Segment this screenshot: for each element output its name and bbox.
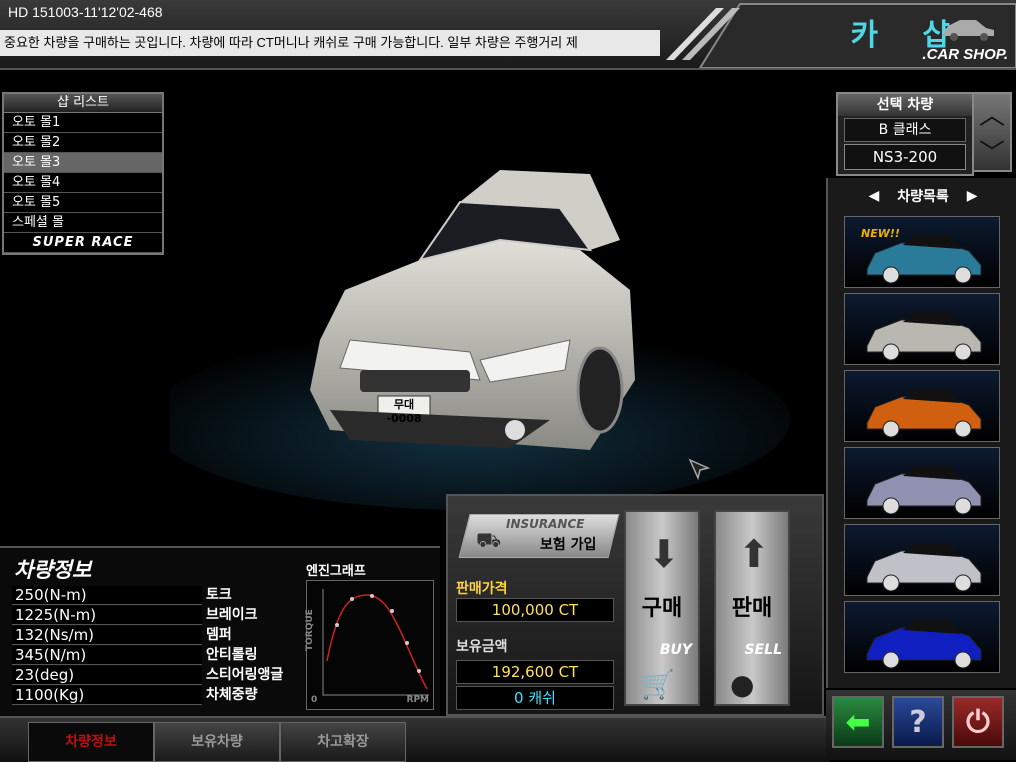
car-thumbnail-graphic: [866, 543, 982, 592]
car-silhouette-icon: [942, 20, 994, 41]
car-thumbnail-graphic: [866, 389, 982, 438]
spec-value: 1225(N-m): [12, 606, 202, 625]
car-shop-logo: 카 샵 .CAR SHOP.: [660, 0, 1016, 68]
graph-y-label: TORQUE: [305, 609, 315, 651]
shop-item-auto-mall-1[interactable]: 오토 몰1: [4, 113, 162, 133]
shop-list-title: 샵 리스트: [4, 94, 162, 113]
license-plate: 무대 -0008: [386, 398, 422, 425]
power-icon[interactable]: ⏻: [952, 696, 1004, 748]
car-thumbnail-graphic: [866, 466, 982, 515]
car-render-graphic: [150, 170, 790, 510]
shop-item-super-race[interactable]: SUPER RACE: [4, 233, 162, 253]
down-arrow-icon: ⬇: [648, 532, 680, 576]
car-thumbnail[interactable]: [844, 601, 1000, 673]
car-preview-stage[interactable]: 무대 -0008: [150, 90, 820, 530]
selected-car-title: 선택 차량: [838, 94, 972, 116]
graph-origin: 0: [311, 695, 318, 705]
car-thumbnail[interactable]: [844, 293, 1000, 365]
sell-label-en: SELL: [744, 642, 783, 658]
buy-label-en: BUY: [659, 642, 692, 658]
shop-item-auto-mall-5[interactable]: 오토 몰5: [4, 193, 162, 213]
insurance-label-kr: 보험 가입: [540, 537, 597, 553]
shop-item-special-mall[interactable]: 스페셜 몰: [4, 213, 162, 233]
car-thumbnail-graphic: [866, 312, 982, 361]
spec-value: 1100(Kg): [12, 686, 202, 705]
car-thumbnail[interactable]: [844, 447, 1000, 519]
hd-code: HD 151003-11'12'02-468: [8, 4, 163, 20]
selected-car-model: NS3-200: [844, 144, 966, 170]
spec-value: 250(N-m): [12, 586, 202, 605]
tab-vehicle-info[interactable]: 차량정보: [28, 722, 154, 762]
up-arrow-icon: ⬆: [738, 532, 770, 576]
graph-x-label: RPM: [406, 695, 429, 705]
spec-value: 345(N/m): [12, 646, 202, 665]
shopping-cart-icon: 🛒: [640, 668, 675, 701]
car-list-title: 차량목록: [897, 189, 949, 205]
tab-garage-expand[interactable]: 차고확장: [280, 722, 406, 762]
help-icon[interactable]: ?: [892, 696, 944, 748]
shop-item-auto-mall-4[interactable]: 오토 몰4: [4, 173, 162, 193]
insurance-label-en: INSURANCE: [506, 517, 585, 531]
tow-truck-icon: ⛟: [476, 528, 502, 552]
buy-label-kr: 구매: [641, 596, 683, 621]
car-thumbnail[interactable]: [844, 370, 1000, 442]
engine-graph: TORQUE RPM 0: [305, 580, 434, 710]
scroll-up-chevron-icon[interactable]: ︿: [974, 94, 1010, 132]
car-scroll-buttons: ︿ ﹀: [972, 92, 1012, 172]
spec-value: 23(deg): [12, 666, 202, 685]
car-thumbnail[interactable]: NEW!!: [844, 216, 1000, 288]
shop-item-auto-mall-3[interactable]: 오토 몰3: [4, 153, 162, 173]
vehicle-info-panel: 차량정보 250(N-m) 토크 1225(N-m) 브레이크 132(Ns/m) 뎀퍼 3…: [0, 546, 440, 716]
coins-icon: ●: [730, 668, 755, 701]
back-arrow-icon[interactable]: ⬅: [832, 696, 884, 748]
car-list-nav: ◀ 차량목록 ▶: [828, 184, 1016, 208]
scroll-down-chevron-icon[interactable]: ﹀: [974, 132, 1010, 170]
balance-cash-value: 0 캐쉬: [456, 686, 614, 710]
balance-ct-value: 192,600 CT: [456, 660, 614, 684]
notice-ticker: 중요한 차량을 구매하는 곳입니다. 차량에 따라 CT머니나 캐쉬로 구매 가…: [0, 30, 660, 56]
shop-item-auto-mall-2[interactable]: 오토 몰2: [4, 133, 162, 153]
spec-value: 132(Ns/m): [12, 626, 202, 645]
spec-label: 토크: [206, 587, 232, 603]
price-panel: INSURANCE 보험 가입 ⛟ 판매가격 100,000 CT 보유금액 1…: [446, 494, 824, 716]
car-list-panel: ◀ 차량목록 ▶ NEW!!: [826, 178, 1016, 688]
sell-label-kr: 판매: [731, 596, 773, 621]
prev-arrow-icon[interactable]: ◀: [868, 188, 879, 204]
vehicle-info-title: 차량정보: [14, 558, 92, 582]
spec-label: 스티어링앵글: [206, 667, 284, 683]
logo-english: .CAR SHOP.: [922, 46, 1008, 63]
corner-buttons: ⬅ ? ⏻: [826, 690, 1016, 760]
spec-label: 안티롤링: [206, 647, 258, 663]
tab-owned-vehicles[interactable]: 보유차량: [154, 722, 280, 762]
torque-curve: [322, 589, 429, 696]
buy-button[interactable]: ⬇ 구매 BUY 🛒: [624, 510, 700, 706]
car-thumbnail[interactable]: [844, 524, 1000, 596]
top-bar: HD 151003-11'12'02-468 중요한 차량을 구매하는 곳입니다…: [0, 0, 1016, 70]
selected-car-panel: 선택 차량 B 클래스 NS3-200: [836, 92, 974, 176]
sale-price-label: 판매가격: [456, 581, 508, 597]
spec-label: 뎀퍼: [206, 627, 232, 643]
balance-label: 보유금액: [456, 639, 508, 655]
new-badge: NEW!!: [861, 227, 900, 240]
engine-graph-title: 엔진그래프: [306, 564, 366, 579]
spec-label: 차체중량: [206, 687, 258, 703]
spec-label: 브레이크: [206, 607, 258, 623]
sell-button[interactable]: ⬆ 판매 SELL ●: [714, 510, 790, 706]
sale-price-value: 100,000 CT: [456, 598, 614, 622]
selected-car-class: B 클래스: [844, 118, 966, 142]
next-arrow-icon[interactable]: ▶: [967, 188, 978, 204]
bottom-tab-bar: 차량정보 보유차량 차고확장: [0, 716, 830, 762]
mouse-cursor-icon: [688, 458, 711, 481]
car-thumbnail-graphic: [866, 620, 982, 669]
shop-list: 샵 리스트 오토 몰1 오토 몰2 오토 몰3 오토 몰4 오토 몰5 스페셜 …: [2, 92, 164, 255]
